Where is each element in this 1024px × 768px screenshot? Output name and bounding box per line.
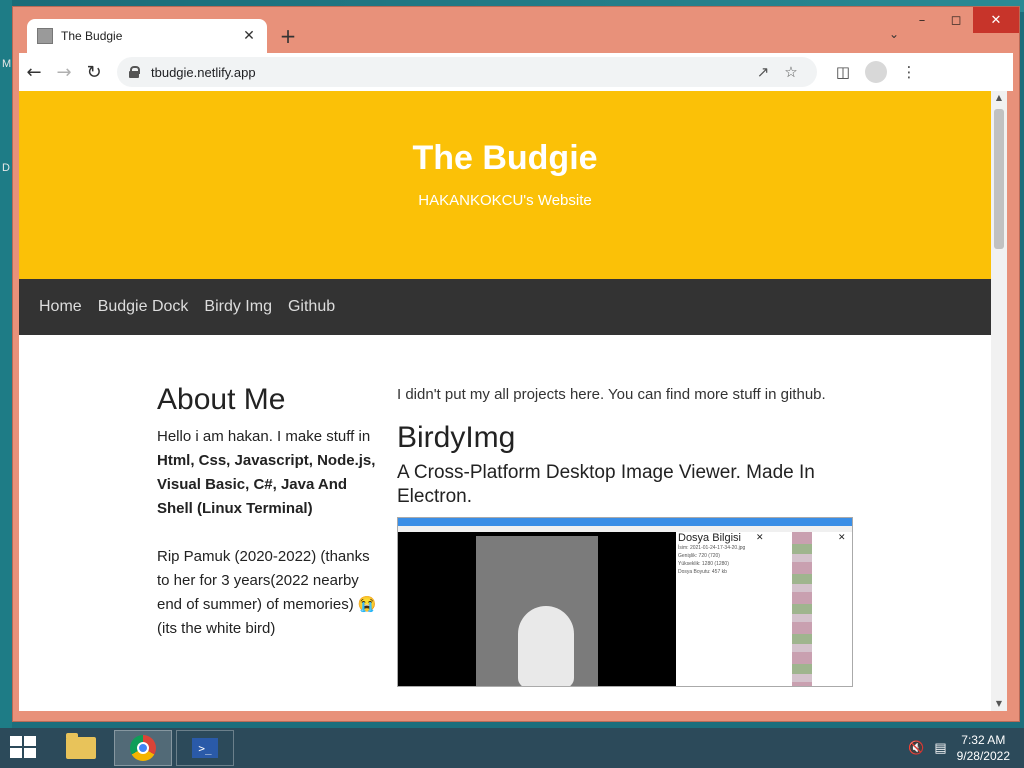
folder-icon	[66, 733, 96, 759]
maximize-button[interactable]: ◻	[939, 7, 973, 33]
network-icon[interactable]: ▤	[934, 740, 946, 756]
strip-close-icon: ✕	[838, 532, 846, 542]
back-button[interactable]: ←	[19, 57, 49, 87]
scroll-up-arrow-icon[interactable]: ▲	[991, 91, 1007, 105]
screenshot-titlebar	[398, 518, 852, 526]
thumbnail-strip	[792, 532, 812, 686]
nav-link-github[interactable]: Github	[288, 298, 335, 316]
bookmark-star-icon[interactable]: ☆	[777, 63, 805, 81]
info-line: Dosya Boyutu: 457 kb	[678, 569, 727, 575]
project-title: BirdyImg	[397, 421, 516, 454]
forward-button[interactable]: →	[49, 57, 79, 87]
file-explorer-taskbar-button[interactable]	[52, 730, 110, 766]
scroll-down-arrow-icon[interactable]: ▼	[991, 697, 1007, 711]
site-header: The Budgie HAKANKOKCU's Website	[19, 91, 991, 279]
url-text[interactable]: tbudgie.netlify.app	[151, 65, 749, 80]
page-scrollbar[interactable]: ▲ ▼	[991, 91, 1007, 711]
close-window-button[interactable]: ✕	[973, 7, 1019, 33]
reload-button[interactable]: ↻	[79, 57, 109, 87]
scrollbar-thumb[interactable]	[994, 109, 1004, 249]
projects-section: I didn't put my all projects here. You c…	[397, 383, 857, 687]
info-panel-title: Dosya Bilgisi	[678, 532, 741, 544]
clock[interactable]: 7:32 AM 9/28/2022	[957, 732, 1010, 764]
info-line: Yükseklik: 1280 (1280)	[678, 561, 729, 567]
rip-text: Rip Pamuk (2020-2022) (thanks to her for…	[157, 548, 377, 637]
browser-toolbar: ← → ↻ tbudgie.netlify.app ↗ ☆ ◫ ⋮	[19, 53, 1013, 91]
share-icon[interactable]: ↗	[749, 63, 777, 81]
desktop-icon-label-m: M	[2, 58, 12, 70]
nav-link-birdy-img[interactable]: Birdy Img	[204, 298, 272, 316]
site-subtitle: HAKANKOKCU's Website	[418, 192, 592, 209]
about-heading: About Me	[157, 383, 286, 416]
favicon-icon	[37, 28, 53, 44]
system-tray: 🔇 ▤ 7:32 AM 9/28/2022	[908, 732, 1010, 764]
projects-note: I didn't put my all projects here. You c…	[397, 386, 826, 403]
site-title: The Budgie	[412, 139, 598, 177]
desktop-edge: M D	[0, 0, 12, 728]
page-content: About Me Hello i am hakan. I make stuff …	[19, 335, 991, 711]
info-line: Genişlik: 720 (720)	[678, 553, 720, 559]
chrome-icon	[130, 735, 156, 761]
nav-link-home[interactable]: Home	[39, 298, 82, 316]
start-button[interactable]	[10, 736, 38, 760]
panel-close-icon: ✕	[756, 532, 764, 542]
minimize-button[interactable]: –	[905, 7, 939, 33]
menu-kebab-icon[interactable]: ⋮	[893, 63, 925, 81]
taskbar: >_ 🔇 ▤ 7:32 AM 9/28/2022	[0, 728, 1024, 768]
powershell-taskbar-button[interactable]: >_	[176, 730, 234, 766]
info-line: İsim: 2021-01-24-17-34-20.jpg	[678, 545, 746, 551]
clock-time: 7:32 AM	[961, 733, 1006, 747]
browser-window: – ◻ ✕ The Budgie ✕ + ⌄ ← → ↻ tbudgie.net…	[12, 6, 1020, 722]
window-controls: – ◻ ✕	[905, 7, 1019, 33]
about-skills: Html, Css, Javascript, Node.js, Visual B…	[157, 452, 376, 517]
tab-close-icon[interactable]: ✕	[241, 28, 257, 44]
side-panel-icon[interactable]: ◫	[827, 63, 859, 81]
screenshot-info-panel: Dosya Bilgisi İsim: 2021-01-24-17-34-20.…	[678, 532, 788, 686]
screenshot-image-area	[398, 532, 676, 686]
about-text: Hello i am hakan. I make stuff in Html, …	[157, 425, 379, 521]
lock-icon[interactable]	[129, 66, 140, 78]
browser-tab[interactable]: The Budgie ✕	[27, 19, 267, 53]
tab-title: The Budgie	[61, 29, 123, 43]
about-intro: Hello i am hakan. I make stuff in	[157, 428, 371, 445]
about-section: About Me Hello i am hakan. I make stuff …	[157, 383, 379, 641]
screenshot-photo	[476, 536, 598, 686]
project-description: A Cross-Platform Desktop Image Viewer. M…	[397, 462, 815, 507]
site-nav: Home Budgie Dock Birdy Img Github	[19, 279, 991, 335]
profile-avatar[interactable]	[865, 61, 887, 83]
page-viewport: The Budgie HAKANKOKCU's Website Home Bud…	[19, 91, 991, 711]
chrome-taskbar-button[interactable]	[114, 730, 172, 766]
address-bar[interactable]: tbudgie.netlify.app ↗ ☆	[117, 57, 817, 87]
project-screenshot: Dosya Bilgisi İsim: 2021-01-24-17-34-20.…	[397, 517, 853, 687]
clock-date: 9/28/2022	[956, 749, 1010, 763]
desktop-icon-label-d: D	[2, 162, 10, 174]
volume-muted-icon[interactable]: 🔇	[908, 740, 924, 756]
tab-search-chevron-icon[interactable]: ⌄	[889, 27, 899, 41]
white-bird-image	[518, 606, 574, 686]
new-tab-button[interactable]: +	[275, 23, 301, 49]
nav-link-budgie-dock[interactable]: Budgie Dock	[98, 298, 189, 316]
powershell-icon: >_	[192, 738, 218, 758]
